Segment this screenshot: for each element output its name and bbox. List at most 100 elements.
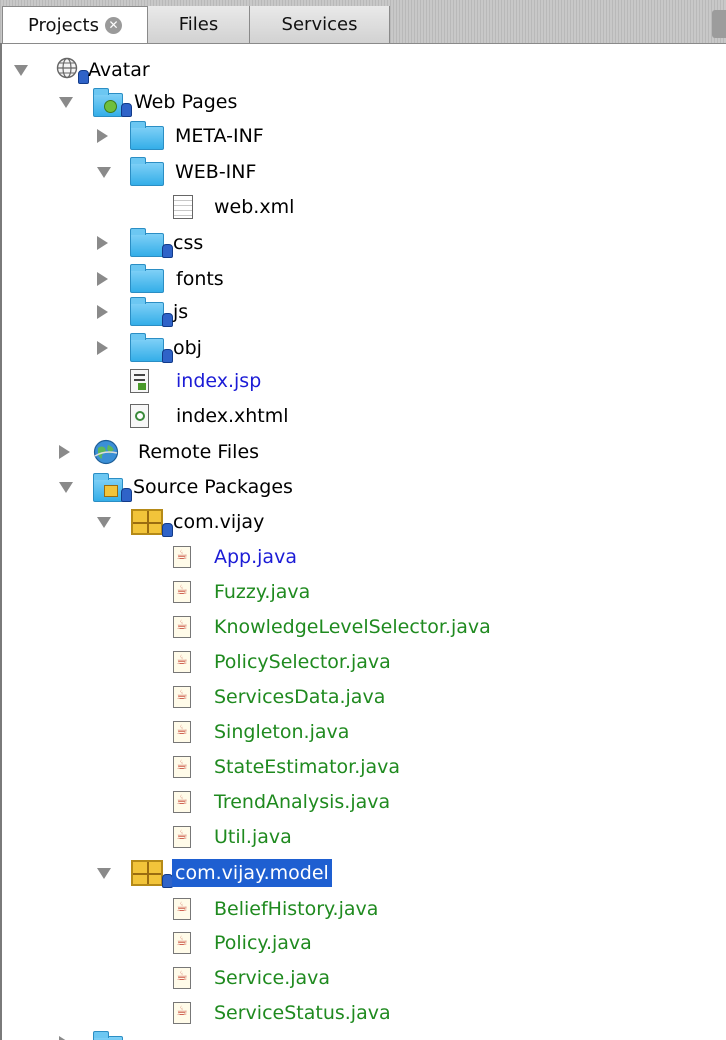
java-file-icon: ☕ xyxy=(173,756,191,778)
tree-node-java-file[interactable]: ☕ StateEstimator.java xyxy=(2,749,726,785)
folder-icon xyxy=(130,264,164,293)
tree-node-label: Util.java xyxy=(214,826,292,848)
xhtml-file-icon xyxy=(130,404,149,428)
tree-node-java-file[interactable]: ☕ BeliefHistory.java xyxy=(2,891,726,927)
tree-node-label: ServiceStatus.java xyxy=(214,1002,391,1024)
tree-node-java-file[interactable]: ☕ Singleton.java xyxy=(2,714,726,750)
web-folder-icon xyxy=(93,88,123,117)
tree-node-label: ServicesData.java xyxy=(214,686,386,708)
tree-node-js[interactable]: js xyxy=(2,294,726,330)
tree-node-index-jsp[interactable]: index.jsp xyxy=(2,363,726,399)
folder-icon xyxy=(93,1031,123,1040)
tree-node-label: Remote Files xyxy=(138,441,260,463)
tree-node-meta-inf[interactable]: META-INF xyxy=(2,118,726,154)
expand-arrow-icon[interactable] xyxy=(59,1036,70,1040)
collapse-arrow-icon[interactable] xyxy=(59,482,73,493)
tree-node-java-file[interactable]: ☕ ServiceStatus.java xyxy=(2,995,726,1031)
java-file-icon: ☕ xyxy=(173,616,191,638)
tree-node-label: Policy.java xyxy=(214,932,312,954)
tab-projects[interactable]: Projects ✕ xyxy=(2,6,148,43)
folder-icon xyxy=(130,157,164,186)
project-tree: Avatar Web Pages META-INF WEB-INF web.xm… xyxy=(0,43,726,1040)
tree-node-label: Service.java xyxy=(214,967,331,989)
source-badge-icon xyxy=(162,313,173,327)
tree-node-java-file[interactable]: ☕ TrendAnalysis.java xyxy=(2,784,726,820)
tree-node-label: index.jsp xyxy=(176,370,262,392)
tree-node-label: obj xyxy=(173,337,202,359)
tree-node-package-com-vijay-model[interactable]: com.vijay.model xyxy=(2,855,726,891)
tree-node-label: PolicySelector.java xyxy=(214,651,391,673)
tree-node-remote-files[interactable]: Remote Files xyxy=(2,434,726,470)
close-icon[interactable]: ✕ xyxy=(104,16,122,34)
java-file-icon: ☕ xyxy=(173,1002,191,1024)
expand-arrow-icon[interactable] xyxy=(59,445,70,459)
java-file-icon: ☕ xyxy=(173,791,191,813)
tree-node-fonts[interactable]: fonts xyxy=(2,261,726,297)
jsp-file-icon xyxy=(130,369,149,393)
tab-services[interactable]: Services xyxy=(250,6,390,43)
tree-node-label: Fuzzy.java xyxy=(214,581,311,603)
source-badge-icon xyxy=(162,523,173,537)
collapse-arrow-icon[interactable] xyxy=(97,868,111,879)
tree-node-label: com.vijay xyxy=(173,511,265,533)
tree-node-java-file[interactable]: ☕ Policy.java xyxy=(2,925,726,961)
source-badge-icon xyxy=(162,349,173,363)
tree-node-label: Web Pages xyxy=(134,91,238,113)
tab-files[interactable]: Files xyxy=(148,6,250,43)
folder-icon xyxy=(130,228,164,257)
tree-node-java-file[interactable]: ☕ PolicySelector.java xyxy=(2,644,726,680)
tree-node-label: Source Packages xyxy=(133,476,293,498)
tree-node-index-xhtml[interactable]: index.xhtml xyxy=(2,398,726,434)
tree-node-label: App.java xyxy=(214,546,297,568)
tree-node-java-file[interactable]: ☕ App.java xyxy=(2,539,726,575)
tree-node-java-file[interactable]: ☕ ServicesData.java xyxy=(2,679,726,715)
package-icon xyxy=(131,509,163,535)
tree-node-label: META-INF xyxy=(175,125,264,147)
tree-node-source-packages[interactable]: Source Packages xyxy=(2,469,726,505)
remote-globe-icon xyxy=(93,439,119,465)
window-menu-icon[interactable] xyxy=(712,10,726,38)
tree-node-label: StateEstimator.java xyxy=(214,756,401,778)
tree-node-label: js xyxy=(173,301,189,323)
expand-arrow-icon[interactable] xyxy=(97,341,108,355)
tree-node-partial[interactable] xyxy=(2,1030,726,1040)
folder-icon xyxy=(130,333,164,362)
collapse-arrow-icon[interactable] xyxy=(59,97,73,108)
source-packages-icon xyxy=(93,473,123,502)
java-file-icon: ☕ xyxy=(173,826,191,848)
tree-node-package-com-vijay[interactable]: com.vijay xyxy=(2,504,726,540)
folder-icon xyxy=(130,297,164,326)
tree-node-java-file[interactable]: ☕ Fuzzy.java xyxy=(2,574,726,610)
tree-node-avatar[interactable]: Avatar xyxy=(2,52,726,88)
tree-node-label-selected: com.vijay.model xyxy=(172,859,332,887)
tab-projects-label: Projects xyxy=(28,14,99,36)
tab-services-label: Services xyxy=(281,14,358,35)
expand-arrow-icon[interactable] xyxy=(97,305,108,319)
tab-files-label: Files xyxy=(178,14,219,35)
tree-node-obj[interactable]: obj xyxy=(2,330,726,366)
source-badge-icon xyxy=(121,103,132,117)
collapse-arrow-icon[interactable] xyxy=(97,517,111,528)
tree-node-label: Singleton.java xyxy=(214,721,350,743)
java-file-icon: ☕ xyxy=(173,932,191,954)
expand-arrow-icon[interactable] xyxy=(97,236,108,250)
collapse-arrow-icon[interactable] xyxy=(97,167,111,178)
xml-file-icon xyxy=(173,195,193,219)
tree-node-css[interactable]: css xyxy=(2,225,726,261)
package-icon xyxy=(131,860,163,886)
tree-node-label: TrendAnalysis.java xyxy=(214,791,391,813)
tree-node-java-file[interactable]: ☕ KnowledgeLevelSelector.java xyxy=(2,609,726,645)
tree-node-label: fonts xyxy=(176,268,224,290)
source-badge-icon xyxy=(162,244,173,258)
tree-node-web-inf[interactable]: WEB-INF xyxy=(2,154,726,190)
java-file-icon: ☕ xyxy=(173,898,191,920)
tree-node-web-pages[interactable]: Web Pages xyxy=(2,84,726,120)
collapse-arrow-icon[interactable] xyxy=(14,65,28,76)
expand-arrow-icon[interactable] xyxy=(97,272,108,286)
tree-node-java-file[interactable]: ☕ Util.java xyxy=(2,819,726,855)
tree-node-web-xml[interactable]: web.xml xyxy=(2,189,726,225)
tree-node-java-file[interactable]: ☕ Service.java xyxy=(2,960,726,996)
java-file-icon: ☕ xyxy=(173,651,191,673)
java-file-icon: ☕ xyxy=(173,967,191,989)
expand-arrow-icon[interactable] xyxy=(97,129,108,143)
